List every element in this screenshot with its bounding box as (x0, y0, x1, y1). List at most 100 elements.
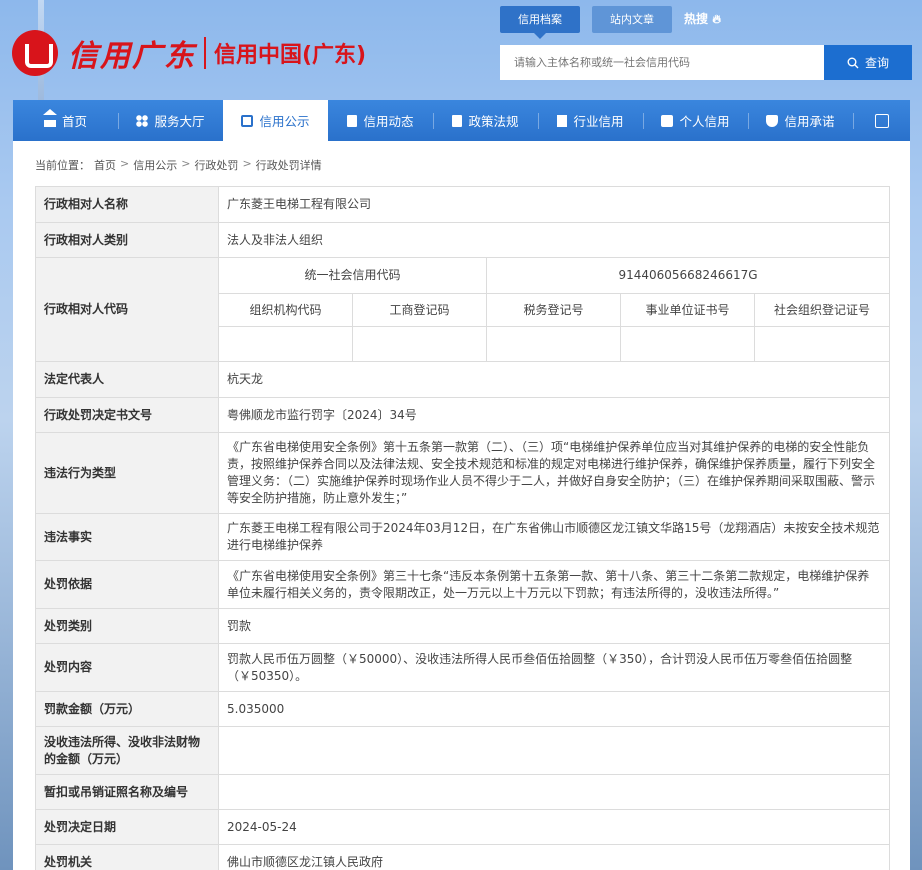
org-code-value (218, 326, 353, 362)
breadcrumb-separator: > (181, 157, 191, 170)
nav-item-home[interactable]: 首页 (13, 100, 118, 141)
breadcrumb-credit-publicity[interactable]: 信用公示 (133, 157, 177, 173)
decision-date: 2024-05-24 (218, 809, 890, 845)
table-row: 处罚内容 罚款人民币伍万圆整（￥50000）、没收违法所得人民币叁佰伍拾圆整（￥… (35, 643, 890, 692)
grid-icon (136, 114, 149, 127)
nav-item-label: 服务大厅 (154, 114, 205, 129)
row-label: 处罚类别 (35, 608, 219, 644)
site-logo[interactable]: 信用广东 信用中国(广东) (12, 30, 366, 76)
home-icon (42, 108, 57, 127)
briefcase-icon (241, 114, 254, 127)
confiscation-amount (218, 726, 890, 775)
row-label: 处罚机关 (35, 844, 219, 870)
breadcrumb-separator: > (120, 157, 130, 170)
table-row: 行政相对人类别 法人及非法人组织 (35, 222, 890, 258)
breadcrumb: 当前位置： 首页 > 信用公示 > 行政处罚 > 行政处罚详情 (35, 157, 322, 173)
org-code-header: 组织机构代码 (218, 293, 353, 327)
nav-item-credit-news[interactable]: 信用动态 (328, 100, 433, 141)
penalty-content: 罚款人民币伍万圆整（￥50000）、没收违法所得人民币叁佰伍拾圆整（￥350），… (218, 643, 890, 692)
search-button-label: 查询 (864, 56, 889, 70)
tab-site-articles[interactable]: 站内文章 (592, 6, 672, 33)
nav-item-industry-credit[interactable]: 行业信用 (538, 100, 643, 141)
table-row: 没收违法所得、没收非法财物的金额（万元） (35, 726, 890, 775)
search-type-tabs: 信用档案 站内文章 热搜 🔥︎ (500, 6, 721, 39)
search-bar: 查询 (500, 45, 912, 80)
nav-item-policy[interactable]: 政策法规 (433, 100, 538, 141)
breadcrumb-current: 行政处罚详情 (255, 159, 322, 172)
business-reg-value (352, 326, 487, 362)
nav-expand-button[interactable] (853, 100, 910, 141)
row-label: 处罚内容 (35, 643, 219, 692)
fine-amount: 5.035000 (218, 691, 890, 727)
breadcrumb-home[interactable]: 首页 (94, 157, 116, 173)
document-icon (347, 114, 358, 127)
business-reg-header: 工商登记码 (352, 293, 487, 327)
main-content: 当前位置： 首页 > 信用公示 > 行政处罚 > 行政处罚详情 行政相对人名称 … (13, 141, 910, 870)
row-label: 没收违法所得、没收非法财物的金额（万元） (35, 726, 219, 775)
social-org-reg-value (754, 326, 890, 362)
license-revoked (218, 774, 890, 810)
table-row: 处罚机关 佛山市顺德区龙江镇人民政府 (35, 844, 890, 870)
table-row: 行政处罚决定书文号 粤佛顺龙市监行罚字〔2024〕34号 (35, 397, 890, 433)
table-row: 处罚类别 罚款 (35, 608, 890, 644)
search-input[interactable] (500, 45, 824, 80)
row-label: 处罚依据 (35, 560, 219, 609)
row-label: 违法事实 (35, 513, 219, 561)
penalty-category: 罚款 (218, 608, 890, 644)
table-row: 违法行为类型 《广东省电梯使用安全条例》第十五条第一款第（二）、（三）项“电梯维… (35, 432, 890, 514)
entity-name: 广东菱王电梯工程有限公司 (218, 186, 890, 223)
institution-cert-value (620, 326, 755, 362)
breadcrumb-separator: > (242, 157, 252, 170)
logo-text: 信用广东 (68, 39, 196, 74)
entity-type: 法人及非法人组织 (218, 222, 890, 258)
nav-item-service-hall[interactable]: 服务大厅 (118, 100, 223, 141)
table-row: 处罚依据 《广东省电梯使用安全条例》第三十七条“违反本条例第十五条第一款、第十八… (35, 560, 890, 609)
row-label: 违法行为类型 (35, 432, 219, 514)
table-row: 违法事实 广东菱王电梯工程有限公司于2024年03月12日，在广东省佛山市顺德区… (35, 513, 890, 561)
hot-search-link[interactable]: 热搜 🔥︎ (684, 6, 721, 33)
institution-cert-header: 事业单位证书号 (620, 293, 755, 327)
table-row: 法定代表人 杭天龙 (35, 361, 890, 398)
nav-item-label: 政策法规 (468, 114, 519, 129)
breadcrumb-admin-penalty[interactable]: 行政处罚 (194, 157, 238, 173)
row-label: 罚款金额（万元） (35, 691, 219, 727)
nav-item-personal-credit[interactable]: 个人信用 (643, 100, 748, 141)
nav-item-label: 信用公示 (259, 114, 310, 129)
table-row: 暂扣或吊销证照名称及编号 (35, 774, 890, 810)
penalty-basis: 《广东省电梯使用安全条例》第三十七条“违反本条例第十五条第一款、第十八条、第三十… (218, 560, 890, 609)
table-row: 行政相对人名称 广东菱王电梯工程有限公司 (35, 186, 890, 223)
expand-icon (874, 113, 889, 128)
search-icon (847, 57, 859, 68)
violation-type: 《广东省电梯使用安全条例》第十五条第一款第（二）、（三）项“电梯维护保养单位应当… (218, 432, 890, 514)
nav-item-label: 个人信用 (679, 114, 730, 129)
search-button[interactable]: 查询 (824, 45, 912, 80)
uscc-header: 统一社会信用代码 (218, 257, 487, 294)
nav-item-label: 信用承诺 (784, 114, 835, 129)
tab-credit-archive[interactable]: 信用档案 (500, 6, 580, 39)
penalty-detail-table: 行政相对人名称 广东菱王电梯工程有限公司 行政相对人类别 法人及非法人组织 行政… (35, 186, 890, 870)
user-icon (661, 114, 674, 127)
row-label: 行政相对人类别 (35, 222, 219, 258)
nav-item-credit-publicity[interactable]: 信用公示 (223, 100, 328, 141)
row-label: 行政相对人代码 (35, 257, 219, 362)
uscc-value: 91440605668246617G (486, 257, 890, 294)
nav-item-credit-commitment[interactable]: 信用承诺 (748, 100, 853, 141)
breadcrumb-prefix: 当前位置： (35, 159, 90, 172)
logo-emblem-icon (12, 30, 58, 76)
row-label: 法定代表人 (35, 361, 219, 398)
nav-item-label: 首页 (61, 114, 87, 129)
table-row: 罚款金额（万元） 5.035000 (35, 691, 890, 727)
nav-item-label: 行业信用 (573, 114, 624, 129)
site-header: 信用广东 信用中国(广东) 信用档案 站内文章 热搜 🔥︎ 查询 (0, 0, 922, 100)
tax-reg-value (486, 326, 621, 362)
flame-icon: 🔥︎ (712, 12, 722, 26)
decision-doc-number: 粤佛顺龙市监行罚字〔2024〕34号 (218, 397, 890, 433)
nav-item-label: 信用动态 (363, 114, 414, 129)
row-label: 处罚决定日期 (35, 809, 219, 845)
penalty-authority: 佛山市顺德区龙江镇人民政府 (218, 844, 890, 870)
site-title: 信用中国(广东) (214, 43, 367, 68)
legal-representative: 杭天龙 (218, 361, 890, 398)
row-label: 行政处罚决定书文号 (35, 397, 219, 433)
violation-facts: 广东菱王电梯工程有限公司于2024年03月12日，在广东省佛山市顺德区龙江镇文华… (218, 513, 890, 561)
table-row: 处罚决定日期 2024-05-24 (35, 809, 890, 845)
